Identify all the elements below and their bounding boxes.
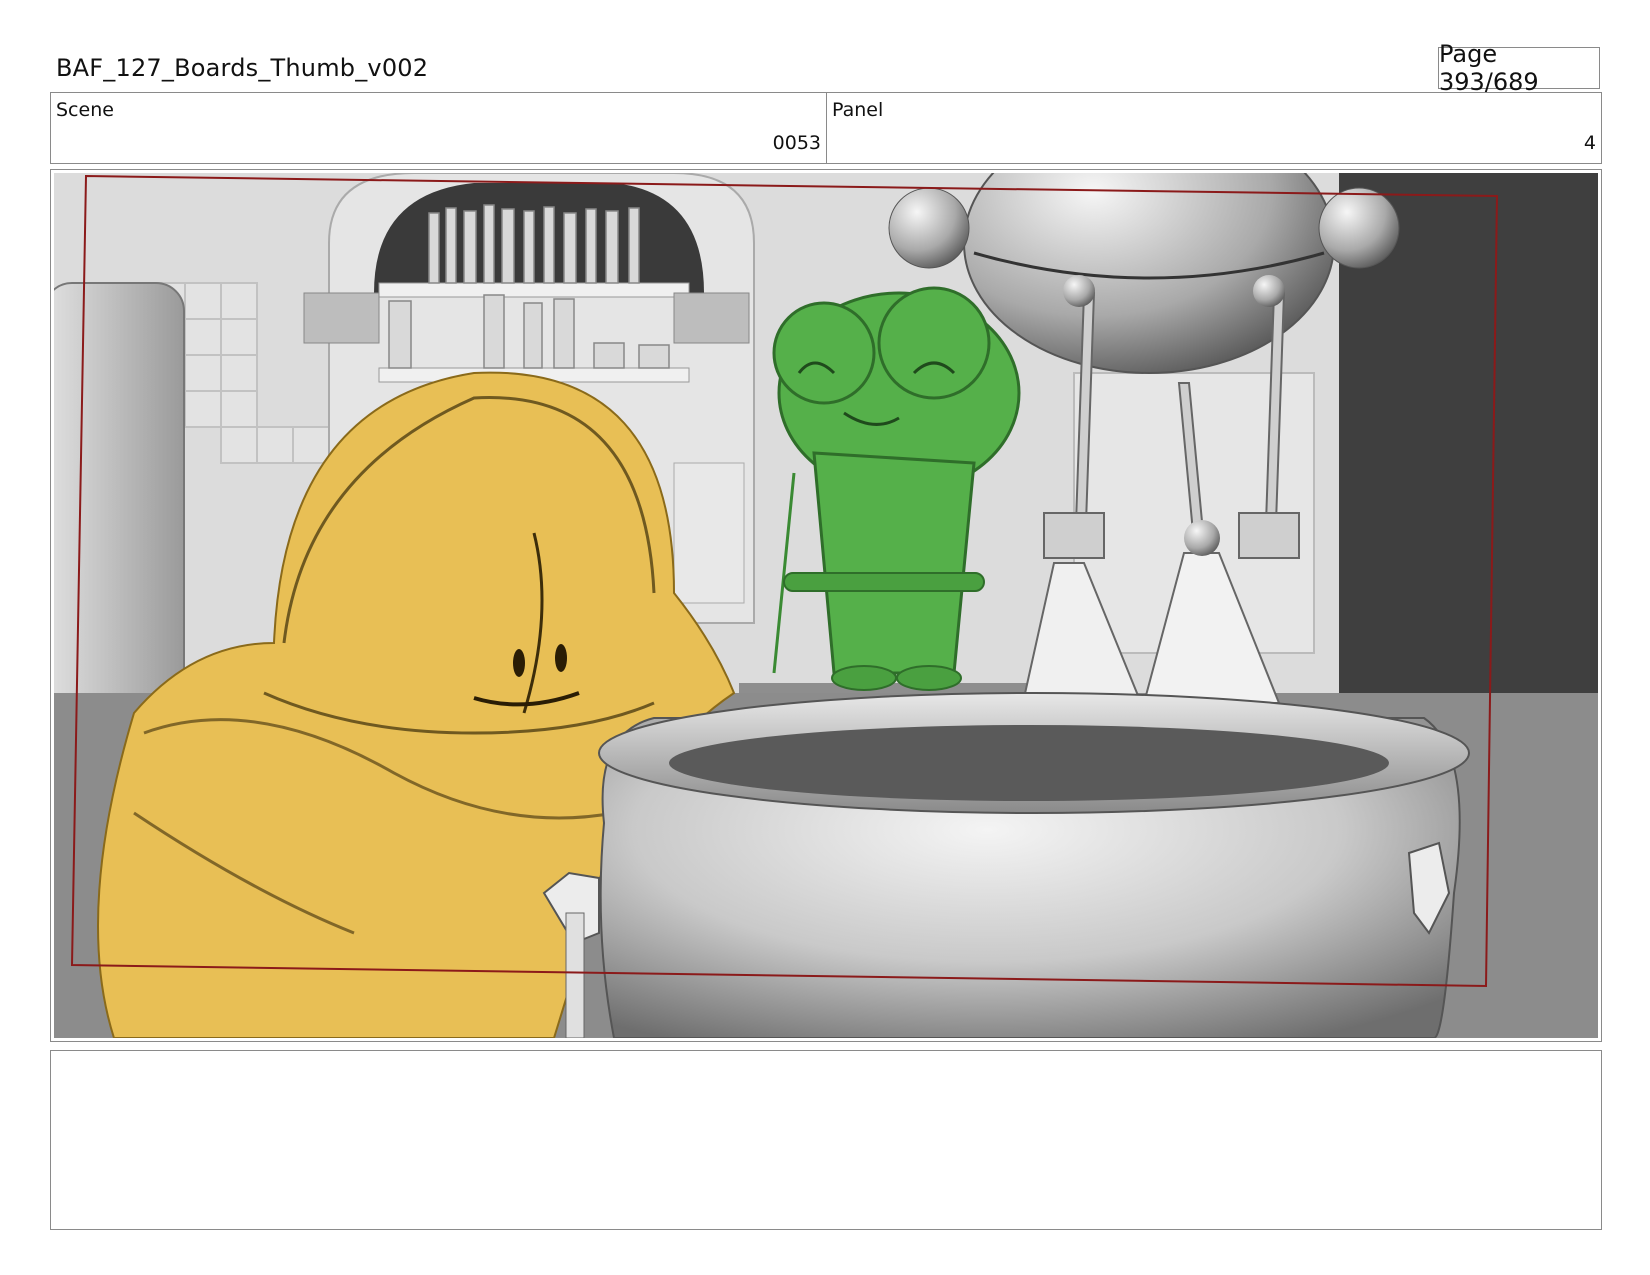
panel-cell: Panel 4: [827, 93, 1601, 163]
cauldron: [542, 692, 1470, 1038]
storyboard-drawing: [54, 173, 1598, 1038]
document-title: BAF_127_Boards_Thumb_v002: [56, 54, 429, 82]
scene-label: Scene: [56, 99, 114, 121]
scene-panel-info: Scene 0053 Panel 4: [50, 92, 1602, 164]
scene-cell: Scene 0053: [51, 93, 827, 163]
panel-label: Panel: [832, 99, 884, 121]
panel-number: 4: [1583, 132, 1596, 154]
page-indicator: Page 393/689: [1438, 40, 1600, 96]
scene-number: 0053: [772, 132, 821, 154]
notes-box: [50, 1050, 1602, 1230]
storyboard-frame: [50, 169, 1602, 1042]
